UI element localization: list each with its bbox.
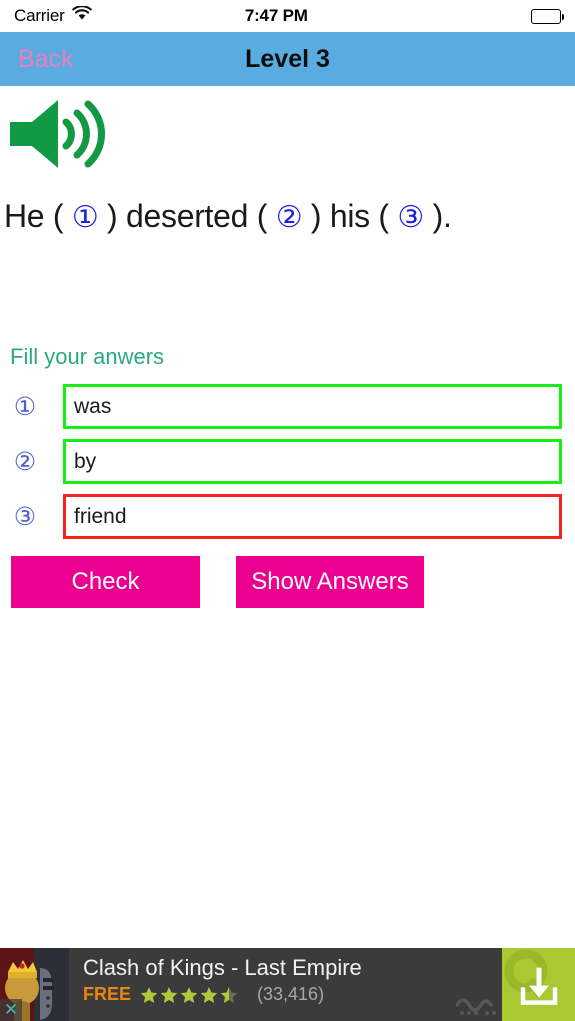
answers-list: ① ② ③ xyxy=(0,384,575,549)
show-answers-button[interactable]: Show Answers xyxy=(236,556,424,608)
download-icon xyxy=(520,967,557,1005)
main-content: He ( ① ) deserted ( ② ) his ( ③ ). Fill … xyxy=(0,86,575,948)
answer-row: ② xyxy=(0,439,575,494)
answer-input-2[interactable] xyxy=(63,439,562,484)
sentence-part-2: ) deserted ( xyxy=(98,198,276,234)
speaker-sound-icon xyxy=(6,100,106,177)
ad-close-button[interactable]: ✕ xyxy=(0,999,22,1021)
battery-full-icon xyxy=(531,8,564,24)
navigation-bar: Back Level 3 xyxy=(0,32,575,86)
blank-marker-1: ① xyxy=(71,201,99,234)
answer-marker-2: ② xyxy=(13,448,37,476)
answer-marker-1: ① xyxy=(13,393,37,421)
speaker-button[interactable] xyxy=(6,94,106,174)
ad-banner[interactable]: ✕ Clash of Kings - Last Empire FREE (33,… xyxy=(0,948,575,1021)
ad-icon-wrapper: ✕ xyxy=(0,948,69,1021)
ad-title: Clash of Kings - Last Empire xyxy=(83,955,362,980)
ad-watermark-icon xyxy=(456,998,496,1015)
ad-star-rating xyxy=(140,986,248,1004)
question-sentence: He ( ① ) deserted ( ② ) his ( ③ ). xyxy=(4,198,569,235)
carrier-label: Carrier xyxy=(14,6,65,25)
check-button[interactable]: Check xyxy=(11,556,200,608)
page-title: Level 3 xyxy=(245,44,330,73)
blank-marker-3: ③ xyxy=(397,201,424,234)
answer-row: ③ xyxy=(0,494,575,549)
ad-rating-count: (33,416) xyxy=(257,984,325,1004)
status-bar: Carrier 7:47 PM xyxy=(0,0,575,32)
wifi-icon xyxy=(71,5,92,26)
ad-subtitle-row: FREE (33,416) xyxy=(83,984,502,1005)
answer-input-1[interactable] xyxy=(63,384,562,429)
status-bar-time: 7:47 PM xyxy=(244,6,308,25)
sentence-part-1: He ( xyxy=(4,198,72,234)
status-bar-left: Carrier xyxy=(14,5,92,26)
fill-answers-label: Fill your anwers xyxy=(10,344,165,369)
ad-install-button[interactable] xyxy=(502,948,575,1021)
sentence-part-3: ) his ( xyxy=(302,198,398,234)
back-button[interactable]: Back xyxy=(18,45,74,74)
ad-price-label: FREE xyxy=(83,984,132,1004)
sentence-part-4: ). xyxy=(424,198,452,234)
answer-input-3[interactable] xyxy=(63,494,562,539)
status-bar-right xyxy=(461,8,564,24)
ad-text-block: Clash of Kings - Last Empire FREE (33,41… xyxy=(69,948,502,1021)
answer-row: ① xyxy=(0,384,575,439)
answer-marker-3: ③ xyxy=(13,503,37,531)
blank-marker-2: ② xyxy=(275,201,303,234)
